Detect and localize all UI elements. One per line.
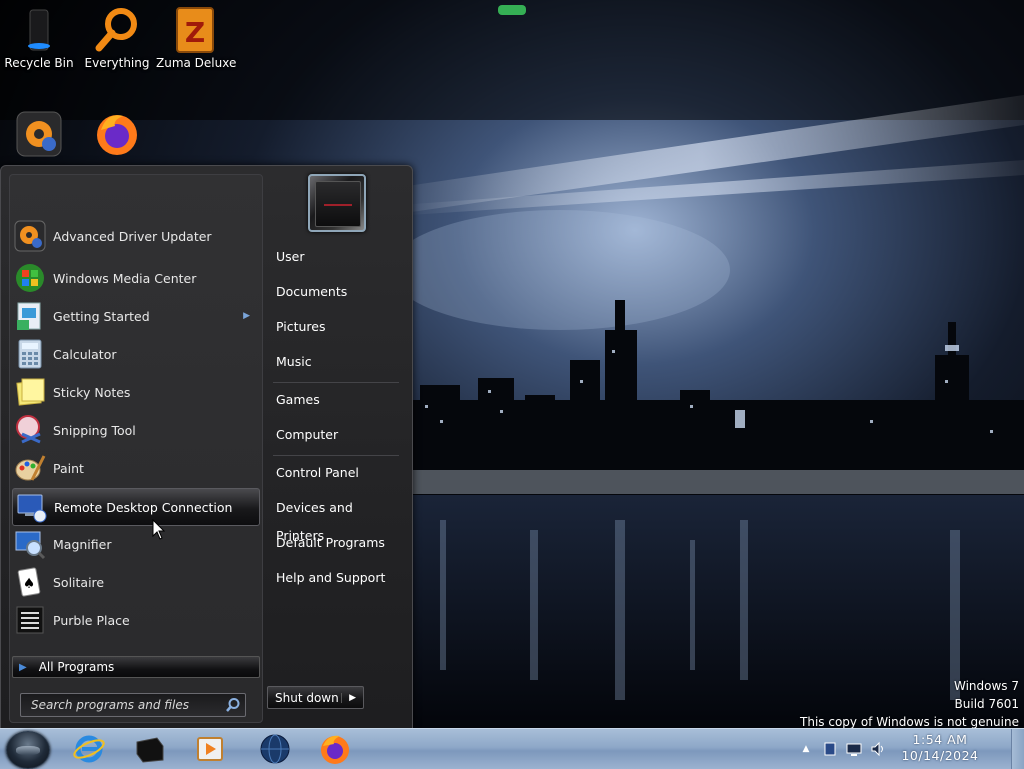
all-programs-button[interactable]: ▶ All Programs xyxy=(12,656,260,678)
right-link-computer[interactable]: Computer xyxy=(267,421,403,449)
shutdown-button[interactable]: Shut down xyxy=(268,691,341,705)
program-label: Paint xyxy=(53,460,84,476)
taskbar: ▲ 1:54 AM 10/14/2024 xyxy=(0,728,1024,769)
program-sticky-notes[interactable]: Sticky Notes xyxy=(12,374,258,410)
program-label: Calculator xyxy=(53,346,117,362)
start-menu-programs-pane: Advanced Driver Updater Windows Media Ce… xyxy=(9,174,263,723)
program-label: Sticky Notes xyxy=(53,384,131,400)
program-advanced-driver-updater[interactable]: Advanced Driver Updater xyxy=(12,218,258,254)
watermark-build: Build 7601 xyxy=(954,697,1019,711)
right-link-pictures[interactable]: Pictures xyxy=(267,313,403,341)
user-account-picture[interactable] xyxy=(308,174,366,232)
all-programs-label: All Programs xyxy=(38,660,115,674)
menu-separator xyxy=(273,455,399,456)
program-calculator[interactable]: Calculator xyxy=(12,336,258,372)
volume-icon[interactable] xyxy=(870,741,886,757)
program-solitaire[interactable]: ♠ Solitaire xyxy=(12,564,258,600)
mouse-cursor-icon xyxy=(152,519,166,540)
media-player-icon[interactable] xyxy=(193,732,227,766)
program-label: Windows Media Center xyxy=(53,270,197,286)
watermark-os-name: Windows 7 xyxy=(953,679,1019,693)
clock-date: 10/14/2024 xyxy=(901,748,979,763)
device-icon[interactable] xyxy=(822,741,838,757)
svg-text:Z: Z xyxy=(185,16,205,49)
program-paint[interactable]: Paint xyxy=(12,450,258,486)
program-label: Solitaire xyxy=(53,574,105,590)
search-input[interactable] xyxy=(29,697,223,713)
start-menu: Advanced Driver Updater Windows Media Ce… xyxy=(0,165,413,730)
internet-explorer-icon[interactable] xyxy=(72,732,106,766)
svg-text:♠: ♠ xyxy=(23,576,36,592)
right-link-default-programs[interactable]: Default Programs xyxy=(267,529,403,557)
desktop-icon-label: Everything xyxy=(84,56,150,70)
desktop-icon-firefox[interactable] xyxy=(78,110,156,160)
right-link-help-and-support[interactable]: Help and Support xyxy=(267,564,403,592)
desktop-icon-zuma-deluxe[interactable]: Z Zuma Deluxe xyxy=(156,6,237,70)
snipping-tool-icon xyxy=(16,415,41,444)
desktop-icon-recycle-bin[interactable]: Recycle Bin xyxy=(0,6,78,70)
desktop-icon-label: Recycle Bin xyxy=(4,56,74,70)
desktop-icon-everything[interactable]: Everything xyxy=(78,6,156,70)
program-snipping-tool[interactable]: Snipping Tool xyxy=(12,412,258,448)
program-magnifier[interactable]: Magnifier xyxy=(12,526,258,562)
program-label: Magnifier xyxy=(53,536,112,552)
magnifier-icon xyxy=(15,531,46,560)
remote-desktop-icon xyxy=(17,494,47,523)
program-windows-media-center[interactable]: Windows Media Center xyxy=(12,260,258,296)
program-label: Purble Place xyxy=(53,612,130,628)
advanced-driver-updater-icon xyxy=(15,110,63,158)
start-button[interactable] xyxy=(6,731,50,769)
right-link-control-panel[interactable]: Control Panel xyxy=(267,459,403,487)
system-tray: ▲ xyxy=(798,739,894,759)
desktop-icon-advanced-driver-updater[interactable] xyxy=(0,110,78,160)
program-label: Remote Desktop Connection xyxy=(54,499,233,515)
search-icon[interactable] xyxy=(225,697,241,713)
sticky-notes-icon xyxy=(16,378,45,406)
clock[interactable]: 1:54 AM 10/14/2024 xyxy=(895,732,985,764)
windows-watermark: Windows 7 Build 7601 This copy of Window… xyxy=(800,677,1019,731)
windows-media-center-icon xyxy=(16,264,44,292)
recycle-bin-icon xyxy=(15,6,63,54)
search-box xyxy=(20,693,246,717)
purble-place-icon xyxy=(16,606,44,634)
clock-time: 1:54 AM xyxy=(912,732,968,747)
arrow-right-icon: ▶ xyxy=(19,661,27,673)
magnifier-search-icon xyxy=(93,6,141,54)
show-hidden-icons-chevron-icon[interactable]: ▲ xyxy=(798,741,814,757)
menu-separator xyxy=(273,382,399,383)
program-purble-place[interactable]: Purble Place xyxy=(12,602,258,638)
network-icon[interactable] xyxy=(846,741,862,757)
firefox-icon xyxy=(93,110,141,158)
right-link-documents[interactable]: Documents xyxy=(267,278,403,306)
desktop-icon-label: Zuma Deluxe xyxy=(156,56,237,70)
globe-app-icon[interactable] xyxy=(258,732,292,766)
shutdown-options-arrow-icon[interactable]: ▶ xyxy=(341,692,363,703)
right-link-user[interactable]: User xyxy=(267,243,403,271)
getting-started-icon xyxy=(17,302,41,330)
program-label: Snipping Tool xyxy=(53,422,136,438)
program-label: Getting Started xyxy=(53,308,150,324)
zuma-deluxe-icon: Z xyxy=(171,6,219,54)
right-link-devices-and-printers[interactable]: Devices and Printers xyxy=(267,494,403,543)
right-link-games[interactable]: Games xyxy=(267,386,403,414)
show-desktop-button[interactable] xyxy=(1011,729,1024,769)
submenu-arrow-icon: ▶ xyxy=(243,311,250,321)
program-remote-desktop-connection[interactable]: Remote Desktop Connection xyxy=(12,488,260,526)
program-label: Advanced Driver Updater xyxy=(53,228,212,244)
right-link-music[interactable]: Music xyxy=(267,348,403,376)
calculator-icon xyxy=(18,339,42,369)
paint-icon xyxy=(15,455,46,481)
solitaire-icon: ♠ xyxy=(17,567,41,597)
program-getting-started[interactable]: Getting Started ▶ xyxy=(12,298,258,334)
black-box-app-icon[interactable] xyxy=(133,732,167,766)
firefox-icon[interactable] xyxy=(318,732,352,766)
advanced-driver-updater-icon xyxy=(14,220,46,252)
shutdown-button-group: Shut down ▶ xyxy=(267,686,364,709)
